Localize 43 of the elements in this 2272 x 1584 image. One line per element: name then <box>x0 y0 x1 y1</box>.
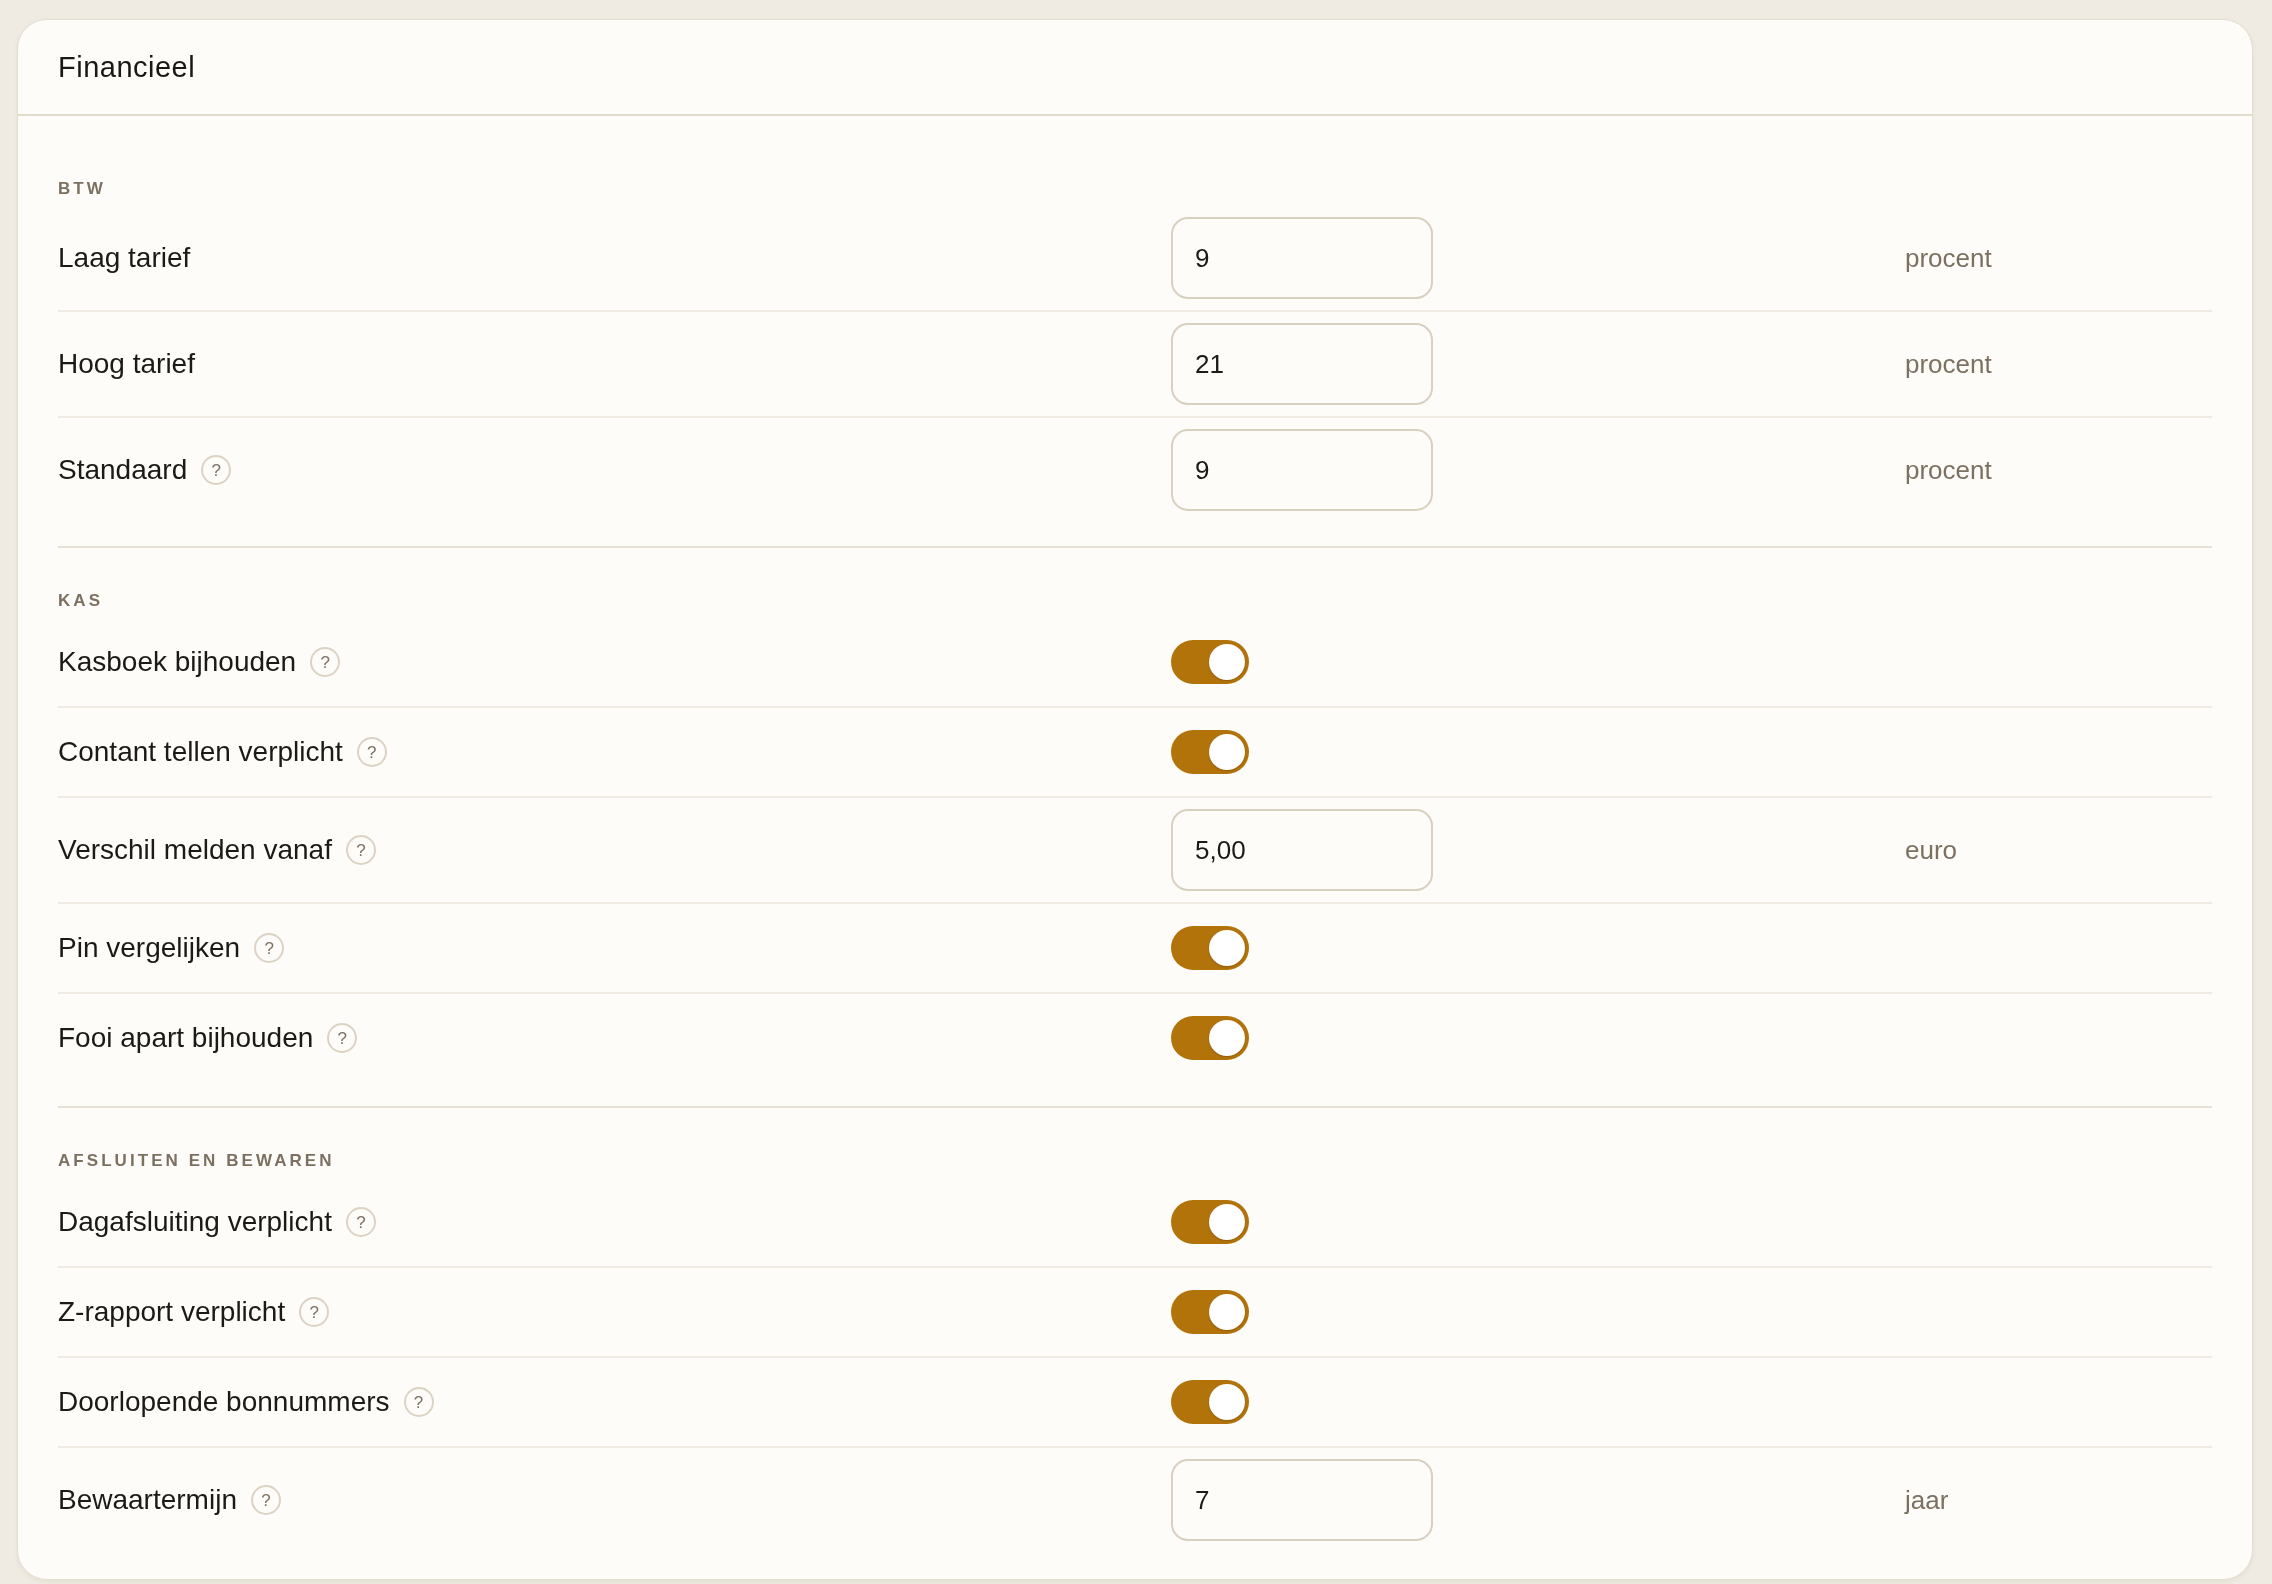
unit-label: procent <box>1905 454 1992 486</box>
setting-label: Laag tarief <box>58 242 191 274</box>
setting-label: Kasboek bijhouden <box>58 646 297 678</box>
toggle-switch[interactable] <box>1171 1016 1249 1060</box>
number-field[interactable]: 21 <box>1171 323 1433 405</box>
toggle-switch[interactable] <box>1171 1290 1249 1334</box>
help-icon[interactable]: ? <box>403 1387 434 1417</box>
section-heading: BTW <box>58 178 106 200</box>
toggle-switch[interactable] <box>1171 730 1249 774</box>
number-field[interactable]: 5,00 <box>1171 809 1433 891</box>
toggle-switch[interactable] <box>1171 640 1249 684</box>
help-icon[interactable]: ? <box>356 737 387 767</box>
help-icon[interactable]: ? <box>345 1207 376 1237</box>
toggle-switch[interactable] <box>1171 1200 1249 1244</box>
help-icon[interactable]: ? <box>201 455 232 485</box>
setting-label: Standaard <box>58 454 188 486</box>
setting-label: Contant tellen verplicht <box>58 736 343 768</box>
setting-label: Doorlopende bonnummers <box>58 1386 390 1418</box>
unit-label: procent <box>1905 348 1992 380</box>
setting-label: Pin vergelijken <box>58 932 241 964</box>
number-field[interactable]: 9 <box>1171 217 1433 299</box>
section-heading: AFSLUITEN EN BEWAREN <box>58 1150 335 1172</box>
section-heading: KAS <box>58 590 104 612</box>
number-field[interactable]: 9 <box>1171 429 1433 511</box>
help-icon[interactable]: ? <box>345 835 376 865</box>
setting-label: Bewaartermijn <box>58 1484 237 1516</box>
help-icon[interactable]: ? <box>327 1023 358 1053</box>
unit-label: procent <box>1905 242 1992 274</box>
help-icon[interactable]: ? <box>254 933 285 963</box>
setting-label: Hoog tarief <box>58 348 195 380</box>
help-icon[interactable]: ? <box>299 1297 330 1327</box>
help-icon[interactable]: ? <box>250 1485 281 1515</box>
toggle-switch[interactable] <box>1171 926 1249 970</box>
setting-label: Fooi apart bijhouden <box>58 1022 314 1054</box>
help-icon[interactable]: ? <box>310 647 341 677</box>
unit-label: euro <box>1905 834 1958 866</box>
number-field[interactable]: 7 <box>1171 1459 1433 1541</box>
setting-label: Verschil melden vanaf <box>58 834 332 866</box>
unit-label: jaar <box>1905 1484 1949 1516</box>
panel-title: Financieel <box>58 50 196 84</box>
toggle-switch[interactable] <box>1171 1380 1249 1424</box>
setting-label: Z-rapport verplicht <box>58 1296 286 1328</box>
setting-label: Dagafsluiting verplicht <box>58 1206 332 1238</box>
